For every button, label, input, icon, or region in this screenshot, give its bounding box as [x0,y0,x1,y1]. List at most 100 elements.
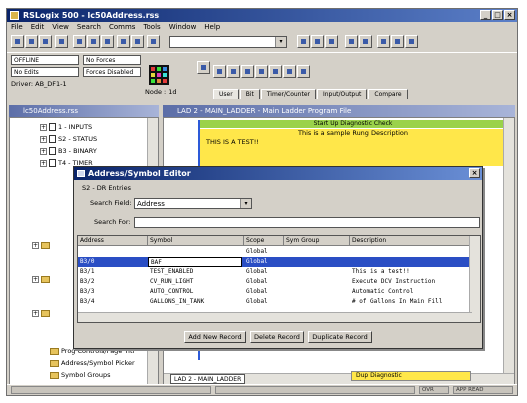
col-header-sym-group[interactable]: Sym Group [284,236,350,246]
paste-icon[interactable] [101,35,114,48]
edit-icon[interactable] [359,35,372,48]
table-vscrollbar[interactable] [469,236,480,322]
ladder-window-title[interactable]: LAD 2 - MAIN_LADDER - Main Ladder Progra… [163,105,515,117]
instr-nav-left-icon[interactable] [197,61,210,74]
search-combo[interactable]: ▾ [169,36,287,48]
instr-otu-icon[interactable] [297,65,310,78]
edits-box[interactable]: No Edits [11,67,79,77]
instr-otl-icon[interactable] [283,65,296,78]
expand-icon[interactable]: + [40,147,47,155]
tab-user[interactable]: User [213,89,239,99]
instr-ote-icon[interactable] [269,65,282,78]
tab-timer-counter[interactable]: Timer/Counter [260,89,316,99]
tree-folder[interactable]: + [32,274,52,284]
print-icon[interactable] [55,35,68,48]
tab-compare[interactable]: Compare [368,89,408,99]
find-next-icon[interactable] [311,35,324,48]
table-row[interactable]: B3/2 CV_RUN_LIGHT Global Execute DCV Ins… [78,277,470,287]
undo-icon[interactable] [117,35,130,48]
save-icon[interactable] [39,35,52,48]
cross-reference-icon[interactable] [345,35,358,48]
maximize-button[interactable]: □ [492,10,503,20]
menu-help[interactable]: Help [204,22,220,33]
rung-title: Start Up Diagnostic Check [200,120,506,128]
tree-folder[interactable]: + [32,240,52,250]
table-row-selected[interactable]: B3/0 BAF Global [78,257,470,267]
duplicate-record-button[interactable]: Duplicate Record [308,331,372,343]
tree-folder[interactable]: + [32,308,52,318]
menu-comms[interactable]: Comms [109,22,135,33]
menu-search[interactable]: Search [77,22,101,33]
symbol-edit-input[interactable]: BAF [148,257,242,267]
data-file-label: S2 - DR Entries [82,184,131,192]
chevron-down-icon[interactable]: ▾ [275,37,286,47]
expand-icon[interactable]: + [32,275,39,283]
dialog-close-icon[interactable]: × [469,168,480,178]
ladder-file-tab[interactable]: LAD 2 - MAIN_LADDER [170,374,246,384]
find-icon[interactable] [297,35,310,48]
replace-icon[interactable] [325,35,338,48]
zoom-in-icon[interactable] [377,35,390,48]
minimize-button[interactable]: _ [480,10,491,20]
col-header-scope[interactable]: Scope [244,236,284,246]
expand-icon[interactable]: + [40,135,47,143]
instr-xic-icon[interactable] [241,65,254,78]
verify-icon[interactable] [147,35,160,48]
tree-item-symbol-groups[interactable]: Symbol Groups [50,370,110,380]
search-for-input[interactable] [134,217,480,228]
folder-icon [41,241,50,249]
expand-icon[interactable]: + [40,159,47,167]
folder-icon [50,347,59,355]
tab-input-output[interactable]: Input/Output [316,89,368,99]
cut-icon[interactable] [73,35,86,48]
add-record-button[interactable]: Add New Record [184,331,246,343]
zoom-out-icon[interactable] [391,35,404,48]
menu-edit[interactable]: Edit [31,22,45,33]
tree-item-symbol-picker[interactable]: Address/Symbol Picker [50,358,135,368]
status-info [215,386,415,394]
menu-file[interactable]: File [11,22,23,33]
window-icon[interactable] [405,35,418,48]
redo-icon[interactable] [131,35,144,48]
copy-icon[interactable] [87,35,100,48]
menu-window[interactable]: Window [169,22,197,33]
ladder-scrollbar[interactable] [503,118,514,384]
forces-box[interactable]: No Forces [83,55,141,65]
dialog-title: Address/Symbol Editor [88,169,191,178]
chevron-down-icon[interactable]: ▾ [240,199,251,208]
expand-icon[interactable]: + [32,241,39,249]
close-button[interactable]: × [504,10,515,20]
status-ovr: OVR [419,386,449,394]
menu-view[interactable]: View [52,22,69,33]
instr-branch-icon[interactable] [227,65,240,78]
folder-icon [41,275,50,283]
expand-icon[interactable]: + [40,123,47,131]
tree-item-binary[interactable]: + B3 - BINARY [40,146,97,156]
instr-rung-icon[interactable] [213,65,226,78]
table-row[interactable]: B3/3 AUTO_CONTROL Global Automatic Contr… [78,287,470,297]
table-row[interactable]: B3/4 GALLONS_IN_TANK Global # of Gallons… [78,297,470,307]
instruction-tabs: User Bit Timer/Counter Input/Output Comp… [213,89,409,99]
forces-state-box[interactable]: Forces Disabled [83,67,141,77]
col-header-address[interactable]: Address [78,236,148,246]
tab-bit[interactable]: Bit [239,89,260,99]
status-bar: OVR APP READ [7,384,517,395]
tree-item-status[interactable]: + S2 - STATUS [40,134,97,144]
project-tree-title[interactable]: lc50Address.rss [9,105,159,117]
mode-box[interactable]: OFFLINE [11,55,79,65]
search-field-select[interactable]: Address ▾ [134,198,252,209]
tree-item-inputs[interactable]: +1 - INPUTS [40,122,92,132]
expand-icon[interactable]: + [32,309,39,317]
table-row[interactable]: B3/1 TEST_ENABLED Global This is a test!… [78,267,470,277]
col-header-symbol[interactable]: Symbol [148,236,244,246]
menu-tools[interactable]: Tools [143,22,160,33]
dialog-title-bar[interactable]: Address/Symbol Editor × [74,167,482,180]
address-symbol-editor-dialog: Address/Symbol Editor × S2 - DR Entries … [73,166,483,349]
delete-record-button[interactable]: Delete Record [250,331,304,343]
col-header-description[interactable]: Description [350,236,470,246]
instr-xio-icon[interactable] [255,65,268,78]
open-file-icon[interactable] [25,35,38,48]
new-file-icon[interactable] [11,35,24,48]
table-hscrollbar[interactable] [78,312,472,322]
table-row[interactable]: Global [78,247,470,257]
